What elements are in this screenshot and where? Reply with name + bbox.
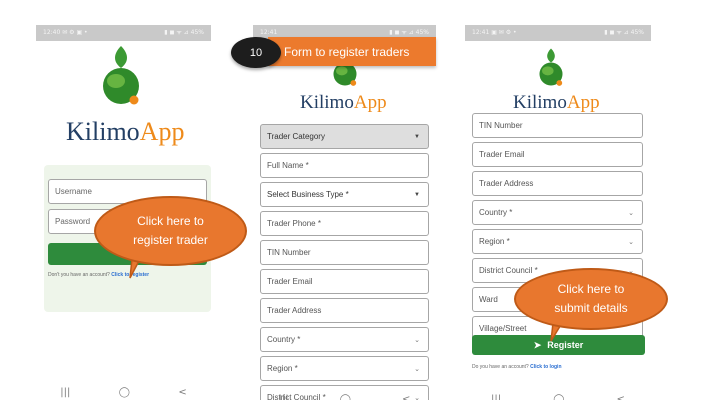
login-link[interactable]: Click to login [530, 364, 561, 370]
app-logo: KilimoApp [465, 41, 651, 121]
status-icons: ✉ ⚙ ▣ • [62, 29, 88, 36]
field-label: Trader Email [267, 277, 313, 286]
recent-apps-icon[interactable]: ||| [60, 387, 70, 398]
home-icon[interactable]: ◯ [553, 394, 564, 400]
logo-mark-icon [103, 46, 139, 105]
app-logo: KilimoApp [36, 41, 211, 151]
home-icon[interactable]: ◯ [119, 387, 130, 398]
register-form-screen: 12:41 ▮ ◼ ᯤ ⊿ 45% KilimoApp Trader Categ… [253, 25, 436, 400]
tin-number-field[interactable]: TIN Number [472, 113, 643, 138]
field-label: Full Name * [267, 161, 309, 170]
chevron-down-icon: ▼ [414, 133, 420, 140]
no-account-text: Don't you have an account? [48, 272, 110, 278]
back-icon[interactable]: < [617, 394, 625, 400]
region-field[interactable]: Region * ⌄ [260, 356, 429, 381]
status-right: ▮ ◼ ᯤ ⊿ 45% [604, 29, 644, 36]
tutorial-slide: 12:40 ✉ ⚙ ▣ • ▮ ◼ ᯤ ⊿ 45% KilimoApp User… [0, 0, 711, 400]
country-field[interactable]: Country * ⌄ [472, 200, 643, 225]
recent-apps-icon[interactable]: ||| [279, 394, 289, 400]
nav-bar: ||| ◯ < [36, 383, 211, 400]
back-icon[interactable]: < [402, 394, 410, 400]
trader-email-field[interactable]: Trader Email [260, 269, 429, 294]
step-number-badge: 10 [231, 37, 281, 68]
trader-phone-field[interactable]: Trader Phone * [260, 211, 429, 236]
status-right: ▮ ◼ ᯤ ⊿ 45% [164, 29, 204, 36]
back-icon[interactable]: < [178, 387, 186, 398]
trader-address-field[interactable]: Trader Address [260, 298, 429, 323]
trader-email-field[interactable]: Trader Email [472, 142, 643, 167]
status-bar: 12:41 ▣ ✉ ⚙ • ▮ ◼ ᯤ ⊿ 45% [465, 25, 651, 41]
select-business-type-field[interactable]: Select Business Type * ▼ [260, 182, 429, 207]
field-label: Trader Phone * [267, 219, 321, 228]
region-field[interactable]: Region * ⌄ [472, 229, 643, 254]
field-label: TIN Number [267, 248, 311, 257]
logo-wordmark: KilimoApp [300, 92, 387, 113]
field-label: Ward [479, 295, 498, 304]
field-label: Country * [267, 335, 301, 344]
register-trader-callout: Click here to register trader [94, 196, 247, 266]
chevron-down-icon: ▼ [414, 191, 420, 198]
field-label: Trader Email [479, 150, 525, 159]
nav-bar: ||| ◯ < [465, 390, 651, 400]
chevron-down-icon: ⌄ [628, 238, 634, 246]
logo-wordmark: KilimoApp [513, 92, 600, 113]
home-icon[interactable]: ◯ [340, 394, 351, 400]
logo-wordmark: KilimoApp [66, 117, 185, 146]
step-number: 10 [249, 46, 263, 59]
field-label: Select Business Type * [267, 190, 349, 199]
field-label: Region * [479, 237, 510, 246]
field-label: Trader Address [267, 306, 322, 315]
field-label: Country * [479, 208, 513, 217]
nav-bar: ||| ◯ < [253, 390, 436, 400]
field-label: Region * [267, 364, 298, 373]
status-icons: ▣ ✉ ⚙ • [491, 29, 517, 36]
recent-apps-icon[interactable]: ||| [491, 394, 501, 400]
submit-details-callout: Click here to submit details [514, 268, 668, 330]
username-placeholder: Username [55, 187, 92, 196]
have-account-text: Do you have an account? [472, 364, 529, 370]
step-title-banner: Form to register traders [268, 37, 436, 66]
chevron-down-icon: ⌄ [414, 336, 420, 344]
callout-line-2: submit details [554, 301, 628, 315]
callout-line-1: Click here to [557, 282, 625, 296]
field-label: Trader Category [267, 132, 325, 141]
status-time: 12:40 [43, 29, 61, 36]
field-label: TIN Number [479, 121, 523, 130]
status-time: 12:41 [472, 29, 490, 36]
logo-mark-icon [539, 48, 563, 86]
chevron-down-icon: ⌄ [414, 365, 420, 373]
chevron-down-icon: ⌄ [628, 209, 634, 217]
step-title: Form to register traders [284, 44, 410, 59]
callout-line-2: register trader [133, 233, 208, 247]
callout-line-1: Click here to [137, 214, 204, 228]
field-label: District Council * [479, 266, 538, 275]
trader-address-field[interactable]: Trader Address [472, 171, 643, 196]
status-bar: 12:40 ✉ ⚙ ▣ • ▮ ◼ ᯤ ⊿ 45% [36, 25, 211, 41]
field-label: Trader Address [479, 179, 534, 188]
tin-number-field[interactable]: TIN Number [260, 240, 429, 265]
full-name-field[interactable]: Full Name * [260, 153, 429, 178]
send-icon: ➤ [533, 339, 542, 350]
trader-category-field[interactable]: Trader Category ▼ [260, 124, 429, 149]
login-prompt: Do you have an account? Click to login [472, 364, 562, 370]
country-field[interactable]: Country * ⌄ [260, 327, 429, 352]
field-label: Village/Street [479, 324, 527, 333]
password-placeholder: Password [55, 217, 91, 226]
